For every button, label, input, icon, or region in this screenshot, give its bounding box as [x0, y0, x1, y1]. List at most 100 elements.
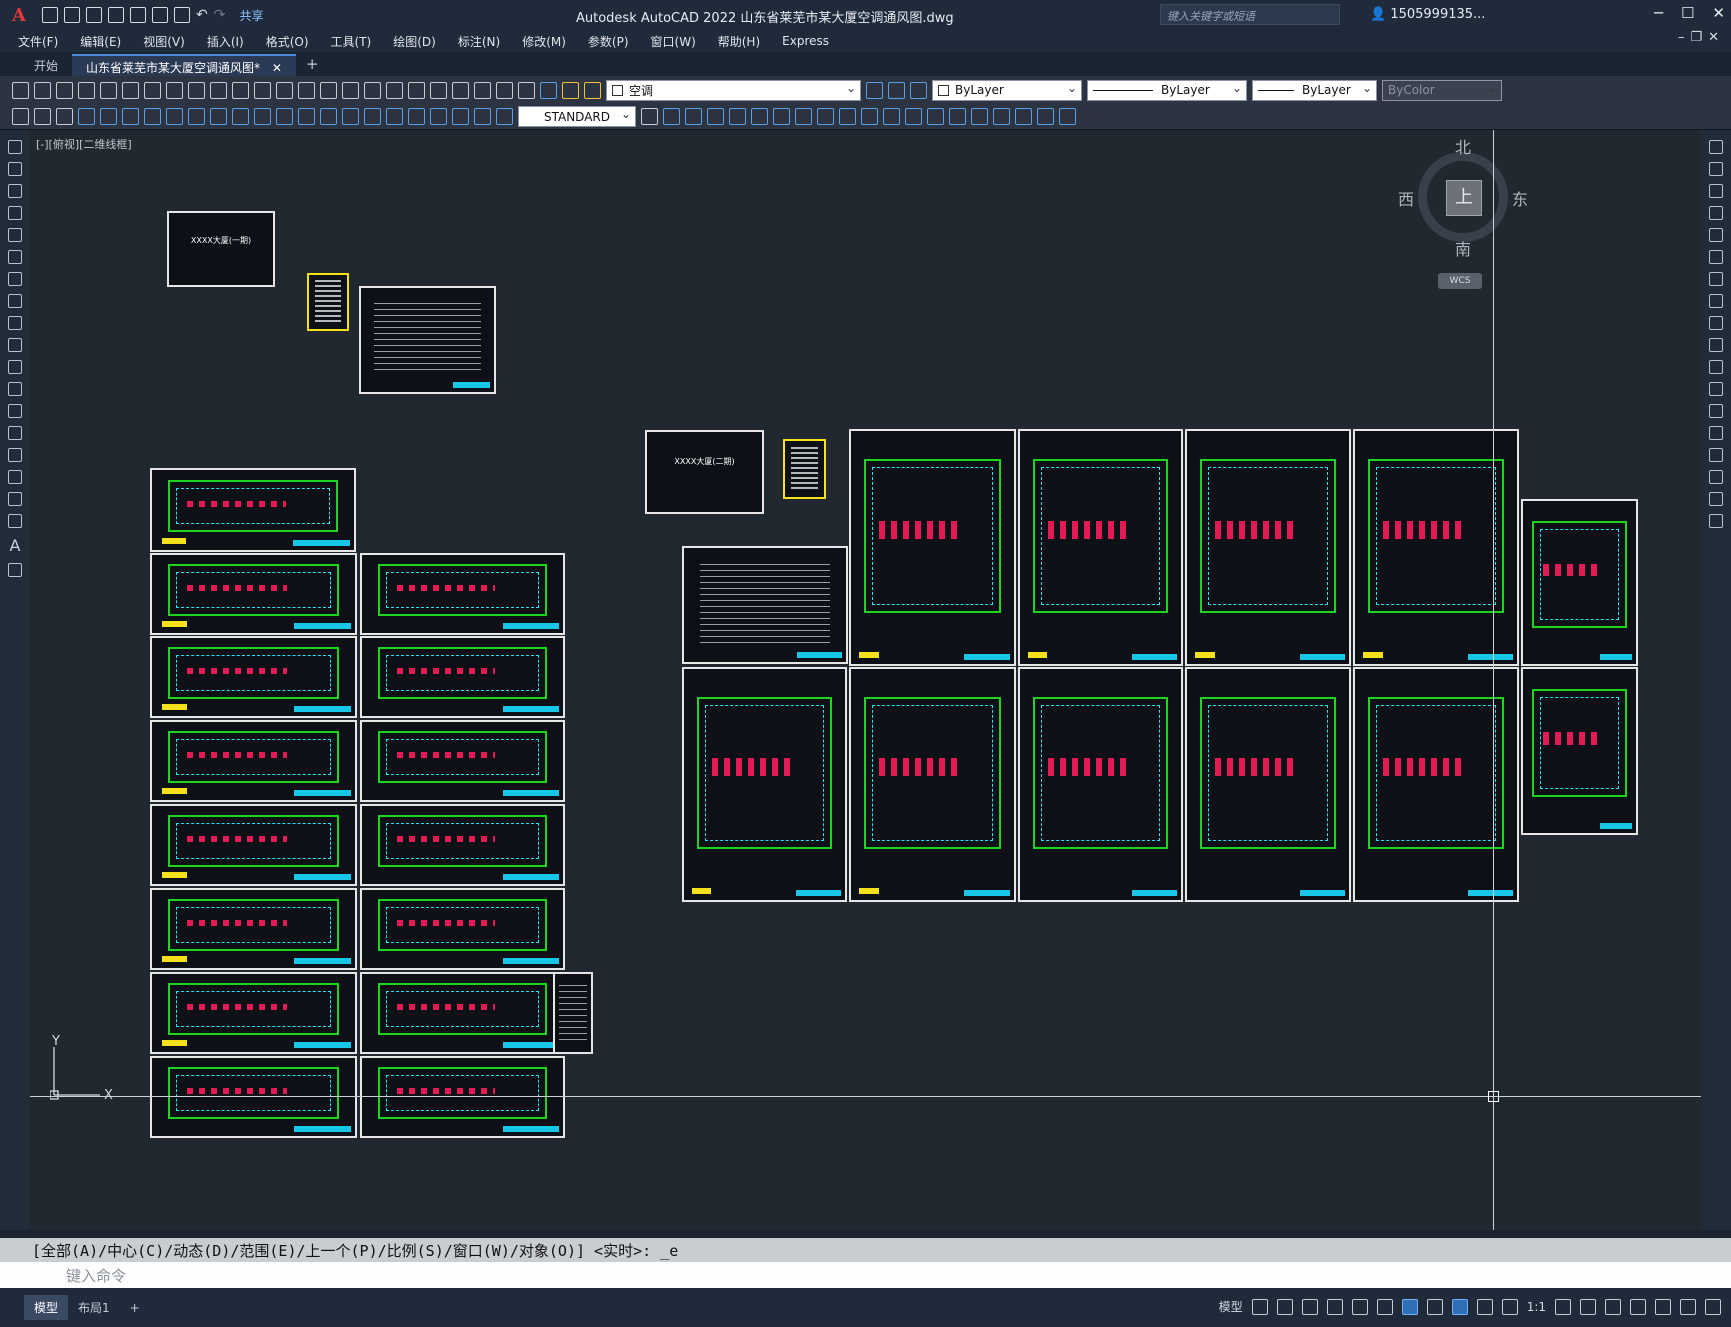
modify-icon-11[interactable] [883, 108, 900, 125]
compass-west[interactable]: 西 [1398, 186, 1414, 210]
region-icon[interactable] [8, 492, 22, 506]
close-tab-icon[interactable]: ✕ [272, 61, 282, 75]
menu-parametric[interactable]: 参数(P) [588, 33, 629, 50]
annotation-scale-value[interactable]: 1:1 [1527, 1300, 1546, 1314]
radius-dimension-icon[interactable] [166, 108, 183, 125]
mirror-icon[interactable] [1709, 184, 1723, 198]
cut-icon[interactable] [144, 81, 161, 99]
modify-icon-2[interactable] [685, 108, 702, 125]
menu-file[interactable]: 文件(F) [18, 33, 58, 50]
aligned-dimension-icon[interactable] [100, 108, 117, 125]
erase-icon[interactable] [1709, 140, 1723, 154]
zoom-previous-icon[interactable] [364, 81, 381, 99]
modify-icon-6[interactable] [773, 108, 790, 125]
document-window-controls[interactable]: –❐✕ [1678, 30, 1725, 45]
help-icon[interactable] [518, 81, 535, 99]
ordinate-dimension-icon[interactable] [144, 108, 161, 125]
join-icon[interactable] [1709, 426, 1723, 440]
new-icon[interactable] [12, 81, 29, 99]
object-snap-icon[interactable] [1401, 1298, 1418, 1315]
add-selected-icon[interactable] [8, 563, 22, 577]
insert-block-icon[interactable] [8, 382, 22, 396]
rectangle-icon[interactable] [8, 228, 22, 242]
line-icon[interactable] [8, 140, 22, 154]
isodraft-icon[interactable] [1351, 1298, 1368, 1315]
jogged-dimension-icon[interactable] [188, 108, 205, 125]
extend-icon[interactable] [1709, 360, 1723, 374]
stretch-icon[interactable] [1709, 316, 1723, 330]
snap-icon[interactable] [1276, 1298, 1293, 1315]
dimstyle-icon[interactable] [641, 108, 658, 125]
block-editor-icon[interactable] [232, 81, 249, 99]
layer-dropdown[interactable]: 空调 [606, 79, 861, 101]
save-icon[interactable] [86, 7, 102, 23]
paste-icon[interactable] [188, 81, 205, 99]
undo-icon[interactable]: ↶ [196, 7, 208, 23]
menu-express[interactable]: Express [782, 34, 829, 48]
linetype-dropdown[interactable]: ByLayer [1087, 79, 1247, 101]
pan-icon[interactable] [298, 81, 315, 99]
continue-dimension-icon[interactable] [298, 108, 315, 125]
scale-icon[interactable] [1709, 294, 1723, 308]
compass-south[interactable]: 南 [1455, 236, 1471, 260]
array-icon[interactable] [1709, 228, 1723, 242]
dim-toolbar-icon-2[interactable] [34, 108, 51, 125]
layer-previous-icon[interactable] [888, 81, 905, 99]
linear-dimension-icon[interactable] [78, 108, 95, 125]
circle-icon[interactable] [8, 272, 22, 286]
undo-icon[interactable] [254, 81, 271, 99]
auto-scale-icon[interactable] [1476, 1298, 1493, 1315]
ortho-icon[interactable] [1301, 1298, 1318, 1315]
properties-icon[interactable] [386, 81, 403, 99]
mtext-icon[interactable]: A [10, 536, 21, 555]
layer-state-icon[interactable] [910, 81, 927, 99]
modify-icon-12[interactable] [905, 108, 922, 125]
polar-icon[interactable] [1326, 1298, 1343, 1315]
layer-on-icon[interactable] [562, 81, 579, 99]
angular-dimension-icon[interactable] [232, 108, 249, 125]
zoom-realtime-icon[interactable] [320, 81, 337, 99]
new-icon[interactable] [42, 7, 58, 23]
redo-icon[interactable] [276, 81, 293, 99]
menu-dimension[interactable]: 标注(N) [458, 33, 500, 50]
menu-edit[interactable]: 编辑(E) [80, 33, 121, 50]
match-properties-icon[interactable] [210, 81, 227, 99]
layer-properties-icon[interactable] [540, 81, 557, 99]
dimension-edit-icon[interactable] [452, 108, 469, 125]
modify-icon-14[interactable] [949, 108, 966, 125]
modify-icon-3[interactable] [707, 108, 724, 125]
annotation-scale-icon[interactable] [1501, 1298, 1518, 1315]
table-icon[interactable] [8, 514, 22, 528]
menu-help[interactable]: 帮助(H) [718, 33, 760, 50]
add-layout-button[interactable]: + [120, 1297, 150, 1319]
menu-modify[interactable]: 修改(M) [522, 33, 566, 50]
dim-toolbar-icon-1[interactable] [12, 108, 29, 125]
inspection-icon[interactable] [408, 108, 425, 125]
new-tab-button[interactable]: + [306, 55, 319, 76]
markup-icon[interactable] [474, 81, 491, 99]
make-block-icon[interactable] [8, 404, 22, 418]
diameter-dimension-icon[interactable] [210, 108, 227, 125]
publish-icon[interactable] [122, 81, 139, 99]
ellipse-icon[interactable] [8, 338, 22, 352]
dimension-space-icon[interactable] [320, 108, 337, 125]
compass-north[interactable]: 北 [1455, 134, 1471, 158]
save-icon[interactable] [56, 81, 73, 99]
print-preview-icon[interactable] [100, 81, 117, 99]
modify-icon-17[interactable] [1015, 108, 1032, 125]
redo-icon[interactable]: ↷ [214, 7, 226, 23]
units-icon[interactable] [1605, 1298, 1621, 1315]
explode-icon[interactable] [1709, 514, 1723, 528]
modify-icon-13[interactable] [927, 108, 944, 125]
autocad-logo-icon[interactable]: A [0, 0, 38, 30]
close-icon[interactable]: ✕ [1712, 4, 1725, 22]
modify-icon-8[interactable] [817, 108, 834, 125]
share-button[interactable]: 共享 [239, 7, 263, 24]
make-current-layer-icon[interactable] [866, 81, 883, 99]
fillet-icon[interactable] [1709, 470, 1723, 484]
menu-window[interactable]: 窗口(W) [651, 33, 696, 50]
wcs-menu[interactable]: WCS [1438, 273, 1482, 289]
drawing-canvas[interactable]: [-][俯视][二维线框] XXXX大厦(一期) XXXX大厦(二期) 上 北 … [30, 130, 1701, 1230]
annotation-visibility-icon[interactable] [1451, 1298, 1468, 1315]
menu-view[interactable]: 视图(V) [143, 33, 185, 50]
